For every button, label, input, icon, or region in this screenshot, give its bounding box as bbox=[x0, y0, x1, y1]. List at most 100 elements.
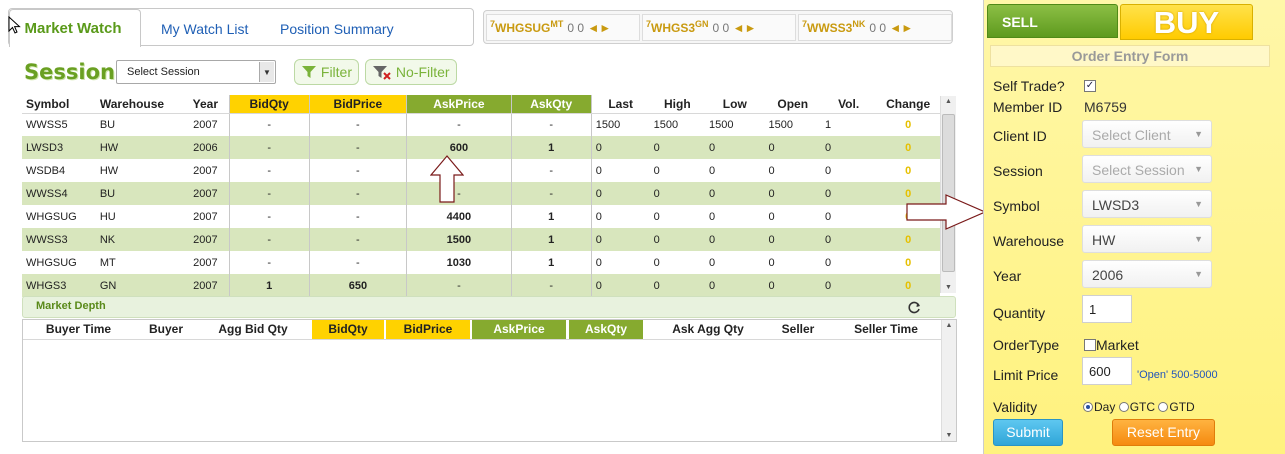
submit-button[interactable]: Submit bbox=[993, 419, 1063, 446]
quantity-input[interactable]: 1 bbox=[1082, 295, 1132, 323]
symbol-select[interactable]: LWSD3 ▼ bbox=[1082, 190, 1212, 218]
ticker-bar: 7WHGSUGMT 0 0 ◄► 7WHGS3GN 0 0 ◄► 7WWSS3NK 0… bbox=[483, 10, 953, 44]
column-header[interactable]: Symbol bbox=[22, 95, 96, 114]
sell-button[interactable]: SELL bbox=[987, 4, 1118, 38]
scroll-down-icon[interactable]: ▼ bbox=[942, 432, 956, 439]
validity-day-option[interactable]: Day bbox=[1083, 400, 1115, 414]
scroll-up-icon[interactable]: ▲ bbox=[942, 322, 956, 329]
table-cell: 0 bbox=[768, 164, 775, 177]
column-header[interactable]: BidQty bbox=[228, 95, 310, 114]
scroll-down-icon[interactable]: ▼ bbox=[941, 284, 956, 291]
depth-scrollbar[interactable]: ▲ ▼ bbox=[941, 320, 956, 441]
table-cell: WWSS4 bbox=[22, 182, 96, 205]
table-cell: 0 bbox=[653, 164, 660, 177]
table-row[interactable]: WHGS3 GN 2007 1 650- -0 0 0 0 0 0 bbox=[22, 274, 940, 297]
member-id-label: Member ID bbox=[993, 99, 1063, 115]
table-cell: - bbox=[308, 205, 408, 228]
table-cell: 1 bbox=[510, 136, 592, 159]
column-header[interactable]: Low bbox=[705, 95, 765, 114]
table-cell: - bbox=[406, 113, 512, 136]
session-select[interactable]: Select Session ▼ bbox=[116, 60, 276, 84]
column-header[interactable]: AskQty bbox=[510, 95, 592, 114]
table-cell: 1 bbox=[228, 274, 310, 297]
table-cell: 0 bbox=[764, 182, 821, 205]
tab-my-watch-list[interactable]: My Watch List bbox=[147, 13, 262, 45]
limit-price-input[interactable]: 600 bbox=[1082, 357, 1132, 385]
column-header[interactable]: Change bbox=[876, 95, 940, 114]
chevron-down-icon: ▼ bbox=[1194, 164, 1203, 174]
table-cell: - bbox=[228, 205, 310, 228]
market-checkbox[interactable] bbox=[1084, 339, 1096, 351]
no-filter-button[interactable]: No-Filter bbox=[365, 59, 457, 85]
table-cell: - bbox=[308, 228, 408, 251]
table-cell: 0 bbox=[768, 210, 775, 223]
table-cell: 1500 bbox=[595, 118, 621, 131]
table-cell: HW bbox=[99, 164, 119, 177]
scrollbar-thumb[interactable] bbox=[942, 114, 955, 272]
radio-icon bbox=[1118, 402, 1129, 412]
column-header[interactable]: Warehouse bbox=[95, 95, 182, 114]
table-cell: 0 bbox=[591, 274, 650, 297]
validity-gtd-option[interactable]: GTD bbox=[1158, 400, 1195, 414]
table-row[interactable]: WWSS3 NK 2007- -1500 1 0 0 0 0 0 0 bbox=[22, 228, 940, 251]
table-cell: 0 bbox=[820, 228, 877, 251]
table-cell: WSDB4 bbox=[26, 164, 66, 177]
table-cell: 2007 bbox=[193, 210, 218, 223]
column-header[interactable]: Vol. bbox=[820, 95, 877, 114]
table-cell: MT bbox=[99, 256, 116, 269]
radio-selected-icon bbox=[1083, 402, 1093, 412]
table-cell: 0 bbox=[595, 210, 602, 223]
column-header[interactable]: High bbox=[649, 95, 706, 114]
depth-col-bidqty: BidQty bbox=[312, 320, 384, 339]
scroll-up-icon[interactable]: ▲ bbox=[941, 98, 956, 105]
table-cell: 0 bbox=[905, 118, 912, 131]
column-header[interactable]: Open bbox=[764, 95, 821, 114]
table-cell: 2007 bbox=[182, 274, 230, 297]
table-cell: 1500 bbox=[709, 118, 734, 131]
self-trade-checkbox[interactable]: ✓ bbox=[1084, 80, 1096, 92]
filter-button[interactable]: Filter bbox=[294, 59, 360, 85]
year-select[interactable]: 2006 ▼ bbox=[1082, 260, 1212, 288]
buy-button[interactable]: BUY bbox=[1120, 4, 1253, 40]
table-cell: 0 bbox=[824, 164, 832, 177]
tab-market-watch[interactable]: Market Watch bbox=[9, 9, 141, 47]
table-row[interactable]: WWSS4 BU 2007- - - -0 0 0 0 0 0 bbox=[22, 182, 940, 205]
table-row[interactable]: WHGSUGHU2007--44001000000 bbox=[22, 205, 940, 228]
table-row[interactable]: LWSD3 HW 2006- -600 1 0 0 0 0 0 0 bbox=[22, 136, 940, 159]
table-cell: HW bbox=[95, 136, 182, 159]
table-row[interactable]: WSDB4HW2007----000000 bbox=[22, 159, 940, 182]
market-label: Market bbox=[1096, 337, 1139, 353]
table-cell: 0 bbox=[709, 256, 716, 269]
table-cell: 0 bbox=[591, 182, 650, 205]
reset-entry-button[interactable]: Reset Entry bbox=[1112, 419, 1215, 446]
table-cell: 1500 bbox=[653, 118, 679, 131]
column-header[interactable]: AskPrice bbox=[406, 95, 512, 114]
divider bbox=[23, 339, 941, 340]
quantity-label: Quantity bbox=[993, 305, 1046, 321]
table-cell: 2007 bbox=[182, 228, 230, 251]
column-header[interactable]: Year bbox=[182, 95, 230, 114]
column-header[interactable]: BidPrice bbox=[308, 95, 408, 114]
order-session-select[interactable]: Select Session ▼ bbox=[1082, 155, 1212, 183]
table-cell: WHGSUG bbox=[26, 210, 77, 223]
ticker-item[interactable]: 7WHGS3GN 0 0 ◄► bbox=[642, 14, 796, 41]
table-cell: GN bbox=[95, 274, 182, 297]
table-cell: WHGS3 bbox=[22, 274, 96, 297]
warehouse-select[interactable]: HW ▼ bbox=[1082, 225, 1212, 253]
ticker-item[interactable]: 7WHGSUGMT 0 0 ◄► bbox=[486, 14, 640, 41]
table-cell: 0 bbox=[591, 228, 650, 251]
radio-icon bbox=[1158, 402, 1169, 412]
refresh-icon[interactable] bbox=[908, 301, 921, 314]
table-row[interactable]: WWSS5 BU 2007- - - -1500 1500 1500 1500 1 0 bbox=[22, 113, 940, 136]
table-cell: 0 bbox=[595, 256, 602, 269]
table-cell: 2006 bbox=[182, 136, 230, 159]
depth-col-ask-agg-qty: Ask Agg Qty bbox=[672, 322, 744, 336]
column-header[interactable]: Last bbox=[591, 95, 650, 114]
validity-gtc-option[interactable]: GTC bbox=[1118, 400, 1155, 414]
tab-position-summary[interactable]: Position Summary bbox=[266, 13, 408, 45]
funnel-icon bbox=[302, 66, 316, 78]
table-cell: 0 bbox=[709, 164, 716, 177]
ticker-item[interactable]: 7WWSS3NK 0 0 ◄► bbox=[798, 14, 952, 41]
table-row[interactable]: WHGSUG MT 2007- -1030 1 0 0 0 0 0 0 bbox=[22, 251, 940, 274]
client-id-select[interactable]: Select Client ▼ bbox=[1082, 120, 1212, 148]
